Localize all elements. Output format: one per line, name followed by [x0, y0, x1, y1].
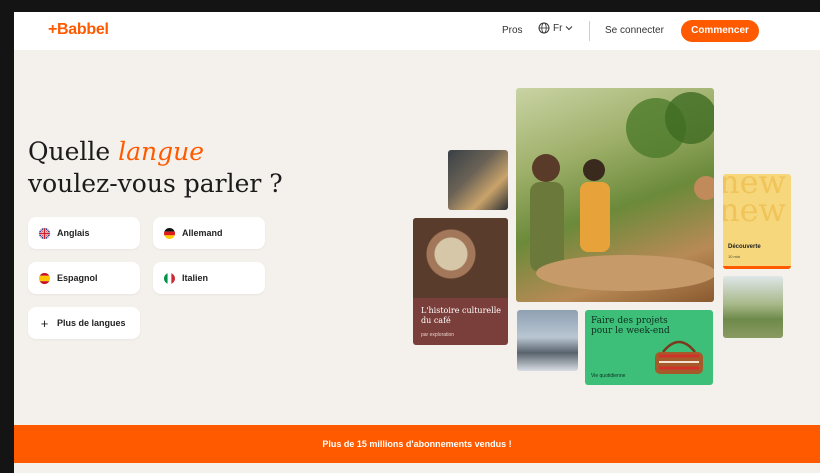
weekend-plans-card[interactable]: Faire des projets pour le week-end Vie q…: [585, 310, 713, 385]
discovery-card-accent-bar: [723, 266, 791, 269]
language-button-english[interactable]: Anglais: [28, 217, 140, 249]
plus-icon: +: [40, 315, 49, 331]
language-button-label: Plus de langues: [57, 318, 126, 328]
friends-cafe-illustration: [530, 92, 714, 291]
new-watermark-line: new: [723, 191, 786, 229]
cafe-card-title: L'histoire culturelle du café: [421, 306, 501, 325]
login-link[interactable]: Se connecter: [605, 25, 664, 36]
picnic-basket-icon: [655, 340, 703, 374]
pros-link[interactable]: Pros: [502, 25, 523, 36]
new-watermark-word: new new: [723, 174, 786, 226]
globe-icon: [538, 22, 550, 34]
hero-title-start: Quelle: [28, 137, 119, 166]
italy-flag-icon: [164, 272, 175, 284]
language-selector-label: Fr: [553, 22, 563, 34]
germany-flag-icon: [164, 227, 175, 239]
language-button-label: Allemand: [182, 228, 223, 238]
discovery-card-subtitle: 10 min: [728, 254, 741, 259]
airplane-photo: [517, 310, 578, 371]
house-garden-photo: [723, 276, 783, 338]
header-divider: [589, 21, 590, 41]
discovery-card-label: Découverte: [728, 244, 761, 250]
top-navigation: +Babbel Pros Fr Se connecter Commencer: [14, 12, 820, 50]
weekend-card-title: Faire des projets pour le week-end: [591, 316, 670, 336]
coffee-table-photo: [413, 218, 508, 298]
hero-title-end: voulez-vous parler ?: [28, 169, 283, 198]
hero-title-accent: langue: [118, 137, 205, 166]
language-button-spanish[interactable]: Espagnol: [28, 262, 140, 294]
subscriptions-banner: Plus de 15 millions d'abonnements vendus…: [14, 425, 820, 463]
hero-title: Quelle langue voulez-vous parler ?: [28, 136, 328, 200]
more-languages-button[interactable]: + Plus de langues: [28, 307, 140, 339]
cafe-card-subtitle: par exploration: [421, 332, 455, 338]
language-button-label: Italien: [182, 273, 209, 283]
language-selector[interactable]: Fr: [538, 22, 573, 34]
language-button-label: Espagnol: [57, 273, 98, 283]
friends-cafe-photo: [516, 88, 714, 302]
discovery-card[interactable]: new new Découverte 10 min: [723, 174, 791, 269]
uk-flag-icon: [39, 227, 50, 239]
spain-flag-icon: [39, 272, 50, 284]
babbel-logo[interactable]: +Babbel: [48, 21, 109, 39]
browser-viewport: +Babbel Pros Fr Se connecter Commencer Q…: [14, 12, 820, 473]
weekend-card-subtitle: Vie quotidienne: [591, 373, 626, 379]
start-button[interactable]: Commencer: [681, 20, 759, 42]
language-button-label: Anglais: [57, 228, 90, 238]
language-button-german[interactable]: Allemand: [153, 217, 265, 249]
cafe-history-card[interactable]: L'histoire culturelle du café par explor…: [413, 218, 508, 345]
chevron-down-icon: [566, 26, 573, 31]
car-window-photo: [448, 150, 508, 210]
language-button-italian[interactable]: Italien: [153, 262, 265, 294]
